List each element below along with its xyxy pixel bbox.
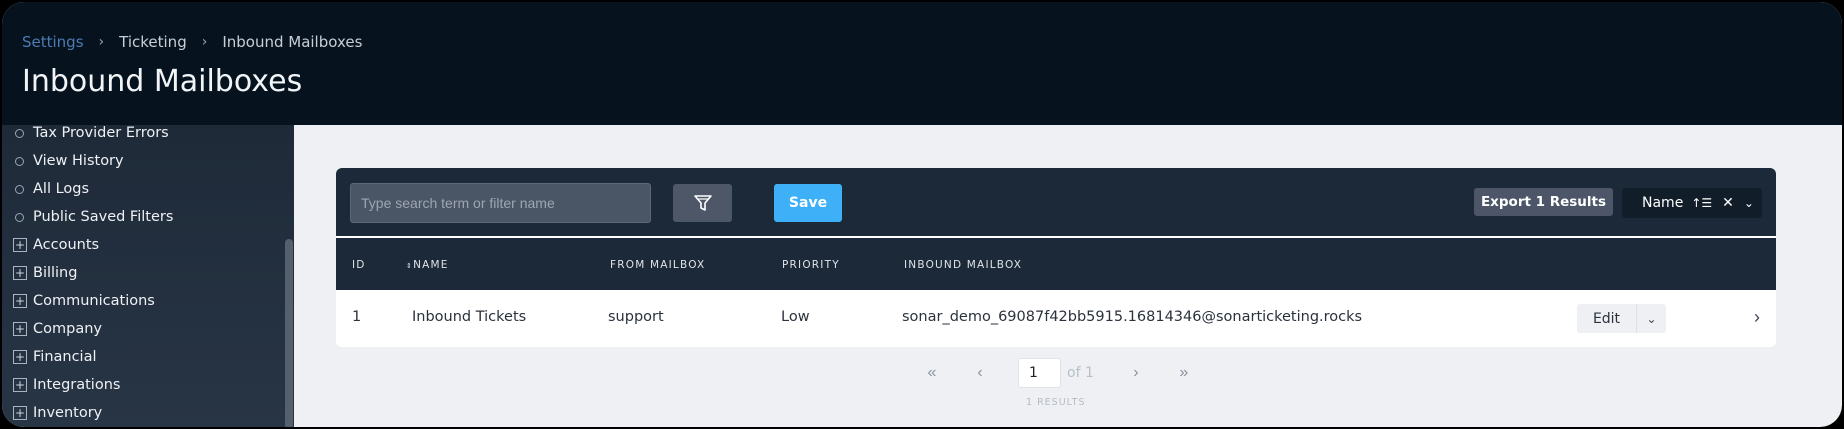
filter-button[interactable] — [673, 184, 732, 222]
chevron-right-icon: › — [98, 34, 105, 50]
sidebar-item-billing[interactable]: + Billing — [2, 259, 282, 287]
circle-icon — [15, 156, 24, 166]
search-input[interactable] — [350, 183, 651, 223]
sidebar-item-label: Inventory — [33, 405, 103, 421]
table-header: ID ⇕NAME FROM MAILBOX PRIORITY INBOUND M… — [336, 238, 1776, 290]
first-page-button[interactable]: « — [922, 364, 942, 382]
sidebar: Tax Provider Errors View History All Log… — [2, 125, 294, 427]
sidebar-item-all-logs[interactable]: All Logs — [2, 175, 282, 203]
breadcrumb: Settings › Ticketing › Inbound Mailboxes — [22, 33, 362, 51]
next-page-button[interactable]: › — [1126, 364, 1146, 382]
pagination: « ‹ of 1 › » — [922, 357, 1194, 389]
sidebar-item-label: Public Saved Filters — [33, 209, 174, 225]
page-number-input[interactable] — [1018, 358, 1061, 388]
sidebar-item-inventory[interactable]: + Inventory — [2, 399, 282, 427]
cell-id: 1 — [352, 309, 362, 325]
breadcrumb-ticketing[interactable]: Ticketing — [119, 33, 187, 51]
results-count: 1 RESULTS — [1026, 397, 1086, 408]
sidebar-item-integrations[interactable]: + Integrations — [2, 371, 282, 399]
sidebar-item-company[interactable]: + Company — [2, 315, 282, 343]
sidebar-item-label: View History — [33, 153, 124, 169]
plus-box-icon: + — [13, 378, 27, 392]
column-header-name[interactable]: ⇕NAME — [406, 259, 449, 271]
close-icon[interactable]: ✕ — [1722, 195, 1734, 211]
column-header-inbound-mailbox[interactable]: INBOUND MAILBOX — [904, 259, 1022, 271]
chevron-down-icon[interactable]: ⌄ — [1637, 304, 1666, 333]
table-row[interactable]: 1 Inbound Tickets support Low sonar_demo… — [336, 290, 1776, 347]
last-page-button[interactable]: » — [1174, 364, 1194, 382]
plus-box-icon: + — [13, 238, 27, 252]
page-count-text: of 1 — [1067, 365, 1094, 381]
sidebar-item-label: Billing — [33, 265, 78, 281]
sidebar-item-tax-provider-errors[interactable]: Tax Provider Errors — [2, 125, 282, 147]
sidebar-item-view-history[interactable]: View History — [2, 147, 282, 175]
column-header-from-mailbox[interactable]: FROM MAILBOX — [610, 259, 705, 271]
cell-from-mailbox: support — [608, 309, 664, 325]
sidebar-item-label: Company — [33, 321, 102, 337]
sidebar-scrollbar[interactable] — [285, 239, 293, 427]
prev-page-button[interactable]: ‹ — [970, 364, 990, 382]
export-button[interactable]: Export 1 Results — [1474, 188, 1613, 216]
row-actions: Edit ⌄ — [1577, 304, 1666, 333]
save-button[interactable]: Save — [774, 184, 842, 222]
edit-button[interactable]: Edit — [1577, 304, 1637, 333]
sidebar-list: Tax Provider Errors View History All Log… — [2, 125, 282, 427]
column-header-priority[interactable]: PRIORITY — [782, 259, 840, 271]
chevron-right-icon: › — [201, 34, 208, 50]
filter-icon — [693, 195, 712, 211]
sidebar-item-label: Accounts — [33, 237, 100, 253]
chevron-down-icon[interactable]: ⌄ — [1744, 196, 1754, 210]
plus-box-icon: + — [13, 350, 27, 364]
sort-ascending-icon[interactable]: ↑☰ — [1691, 196, 1712, 210]
sidebar-item-public-saved-filters[interactable]: Public Saved Filters — [2, 203, 282, 231]
page-header: Settings › Ticketing › Inbound Mailboxes… — [2, 2, 1842, 125]
plus-box-icon: + — [13, 294, 27, 308]
sidebar-item-label: Communications — [33, 293, 155, 309]
column-header-id[interactable]: ID — [352, 259, 366, 271]
circle-icon — [15, 128, 24, 138]
plus-box-icon: + — [13, 406, 27, 420]
sidebar-item-financial[interactable]: + Financial — [2, 343, 282, 371]
breadcrumb-current: Inbound Mailboxes — [222, 33, 363, 51]
sidebar-item-label: Financial — [33, 349, 97, 365]
mailbox-table-card: Save Export 1 Results Name ↑☰ ✕ ⌄ ID ⇕NA… — [336, 168, 1776, 347]
plus-box-icon: + — [13, 322, 27, 336]
chevron-right-icon[interactable]: › — [1754, 307, 1760, 328]
page-title: Inbound Mailboxes — [22, 64, 303, 99]
breadcrumb-settings[interactable]: Settings — [22, 33, 84, 51]
cell-inbound-mailbox: sonar_demo_69087f42bb5915.16814346@sonar… — [902, 309, 1363, 325]
app-frame: Settings › Ticketing › Inbound Mailboxes… — [2, 2, 1842, 427]
sidebar-item-accounts[interactable]: + Accounts — [2, 231, 282, 259]
circle-icon — [15, 212, 24, 222]
circle-icon — [15, 184, 24, 194]
cell-priority: Low — [781, 309, 810, 325]
sort-control[interactable]: Name ↑☰ ✕ ⌄ — [1622, 188, 1762, 218]
cell-name: Inbound Tickets — [412, 309, 527, 325]
sidebar-item-communications[interactable]: + Communications — [2, 287, 282, 315]
table-toolbar: Save Export 1 Results Name ↑☰ ✕ ⌄ — [336, 168, 1776, 236]
column-header-name-label: NAME — [413, 259, 449, 271]
sidebar-item-label: Integrations — [33, 377, 121, 393]
sort-field-label: Name — [1642, 195, 1684, 211]
sidebar-item-label: Tax Provider Errors — [33, 125, 169, 141]
plus-box-icon: + — [13, 266, 27, 280]
sidebar-item-label: All Logs — [33, 181, 90, 197]
